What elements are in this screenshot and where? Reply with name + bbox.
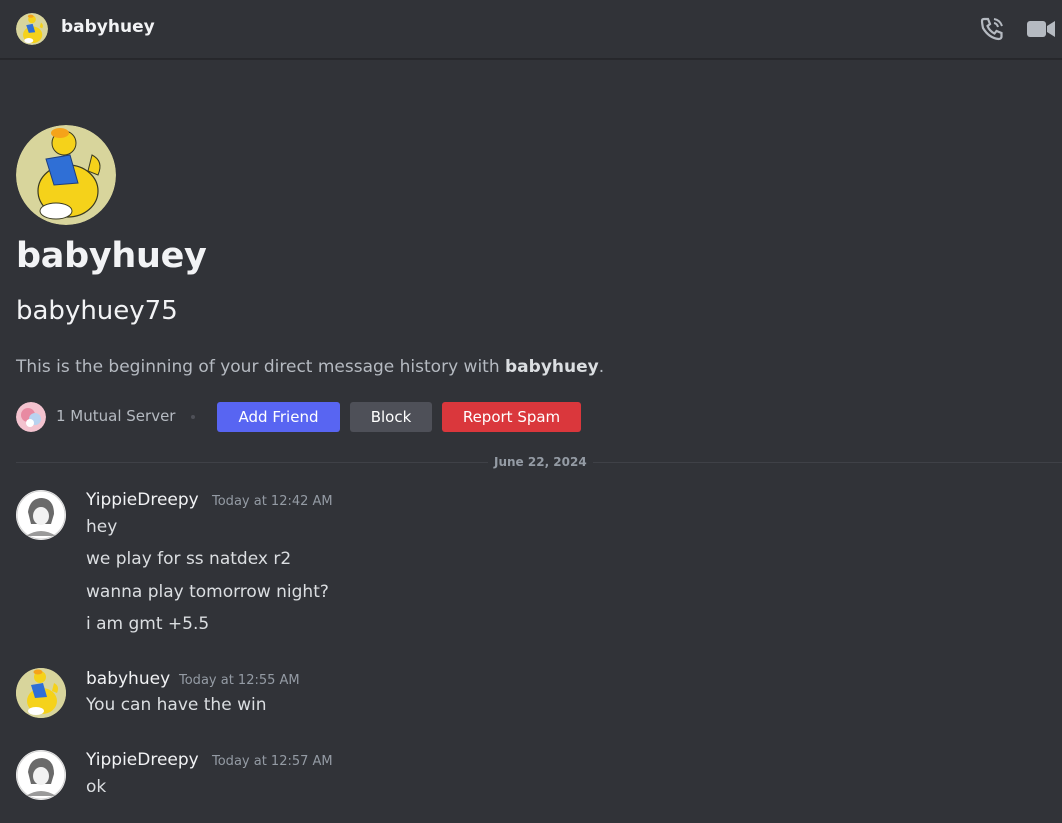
message-text: wanna play tomorrow night? — [86, 582, 329, 602]
mutual-server-icon[interactable] — [16, 402, 46, 432]
message-text: ok — [86, 777, 107, 797]
message-text: we play for ss natdex r2 — [86, 549, 292, 569]
add-friend-button[interactable]: Add Friend — [217, 402, 340, 432]
profile-display-name: babyhuey — [16, 236, 207, 276]
profile-username: babyhuey75 — [16, 296, 178, 326]
message-timestamp: Today at 12:55 AM — [179, 673, 300, 688]
mutual-servers-link[interactable]: 1 Mutual Server — [56, 407, 175, 425]
dm-intro-prefix: This is the beginning of your direct mes… — [16, 357, 506, 377]
dm-intro-username: babyhuey — [505, 357, 599, 377]
message-timestamp: Today at 12:57 AM — [212, 754, 333, 769]
channel-header: babyhuey — [0, 0, 1062, 59]
message-text: hey — [86, 517, 118, 537]
dm-intro-text: This is the beginning of your direct mes… — [16, 357, 604, 377]
block-button[interactable]: Block — [350, 402, 432, 432]
message-text: You can have the win — [86, 695, 267, 715]
report-spam-button[interactable]: Report Spam — [442, 402, 581, 432]
header-username: babyhuey — [61, 17, 155, 37]
message-avatar[interactable] — [16, 750, 66, 800]
video-camera-icon[interactable] — [1026, 14, 1056, 44]
message-author[interactable]: babyhuey — [86, 669, 170, 689]
message-text: i am gmt +5.5 — [86, 614, 210, 634]
profile-avatar[interactable] — [16, 125, 116, 225]
dm-intro-suffix: . — [598, 357, 605, 377]
date-divider-label: June 22, 2024 — [488, 455, 593, 469]
user-avatar[interactable] — [16, 13, 48, 45]
phone-call-icon[interactable] — [977, 14, 1007, 44]
message-timestamp: Today at 12:42 AM — [212, 494, 333, 509]
message-avatar[interactable] — [16, 668, 66, 718]
message-avatar[interactable] — [16, 490, 66, 540]
message-author[interactable]: YippieDreepy — [86, 750, 199, 770]
separator-dot — [191, 415, 195, 419]
profile-actions-row: 1 Mutual Server Add Friend Block Report … — [16, 401, 616, 432]
message-author[interactable]: YippieDreepy — [86, 490, 199, 510]
